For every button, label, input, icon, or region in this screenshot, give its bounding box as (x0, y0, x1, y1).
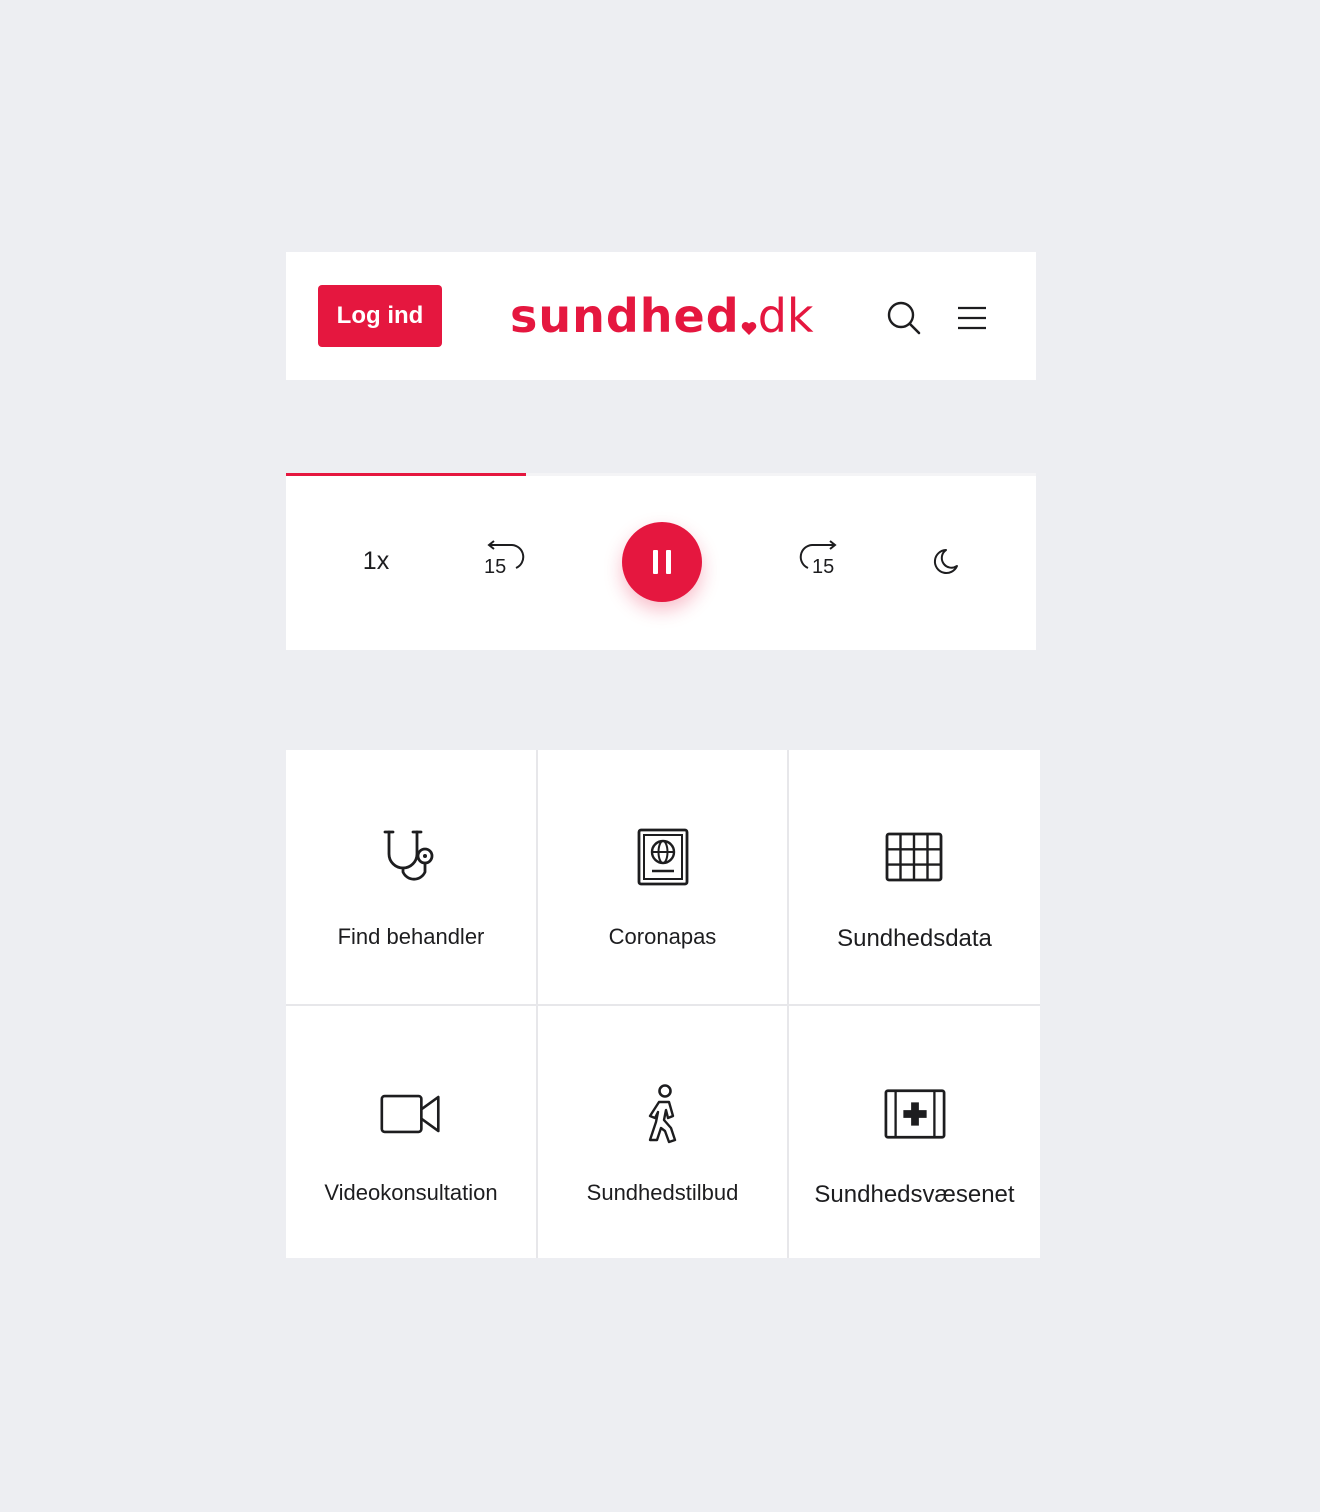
rewind-15-icon: 15 (484, 540, 525, 578)
audio-player: 1x 15 15 (286, 473, 1036, 650)
tile-label: Sundhedsdata (837, 925, 992, 952)
hamburger-menu-icon (958, 306, 986, 330)
tile-label: Find behandler (337, 924, 485, 949)
tile-sundhedsdata[interactable]: Sundhedsdata (789, 750, 1040, 1004)
rewind-seconds: 15 (484, 556, 506, 578)
walking-person-icon (631, 1082, 695, 1146)
forward-15-icon: 15 (799, 540, 837, 578)
progress-bar[interactable] (286, 473, 1036, 476)
search-icon (887, 301, 921, 335)
site-header: Log ind sundhed dk (286, 252, 1036, 380)
heart-icon (741, 322, 756, 335)
first-aid-kit-icon (883, 1082, 947, 1146)
menu-button[interactable] (952, 298, 992, 338)
tile-coronapas[interactable]: Coronapas (538, 750, 787, 1004)
login-button[interactable]: Log ind (318, 285, 442, 347)
playback-speed-button[interactable]: 1x (346, 541, 406, 581)
passport-icon (631, 826, 695, 890)
moon-icon (933, 549, 958, 574)
sundhed-logo[interactable]: sundhed dk (510, 286, 814, 346)
progress-bar-fill (286, 473, 526, 476)
forward-seconds: 15 (812, 556, 834, 578)
sleep-timer-button[interactable] (926, 543, 964, 581)
video-camera-icon (379, 1082, 443, 1146)
logo-main-text: sundhed (510, 289, 740, 343)
stethoscope-icon (379, 826, 443, 890)
rewind-15-button[interactable]: 15 (480, 537, 532, 583)
pause-button[interactable] (622, 522, 702, 602)
forward-15-button[interactable]: 15 (792, 537, 844, 583)
logo-tld-text: dk (757, 289, 814, 343)
tile-label: Sundhedstilbud (586, 1180, 739, 1205)
quick-links-grid: Find behandler Coronapas Sundhedsdata Vi… (286, 750, 1040, 1258)
pause-icon (653, 550, 658, 574)
pause-icon-bar (666, 550, 671, 574)
grid-table-icon (883, 826, 947, 890)
tile-videokonsultation[interactable]: Videokonsultation (286, 1006, 536, 1258)
tile-label: Coronapas (608, 924, 717, 949)
tile-find-behandler[interactable]: Find behandler (286, 750, 536, 1004)
tile-label: Sundhedsvæsenet (814, 1181, 1015, 1208)
tile-label: Videokonsultation (324, 1180, 498, 1205)
tile-sundhedsvaesenet[interactable]: Sundhedsvæsenet (789, 1006, 1040, 1258)
tile-sundhedstilbud[interactable]: Sundhedstilbud (538, 1006, 787, 1258)
search-button[interactable] (884, 298, 924, 338)
